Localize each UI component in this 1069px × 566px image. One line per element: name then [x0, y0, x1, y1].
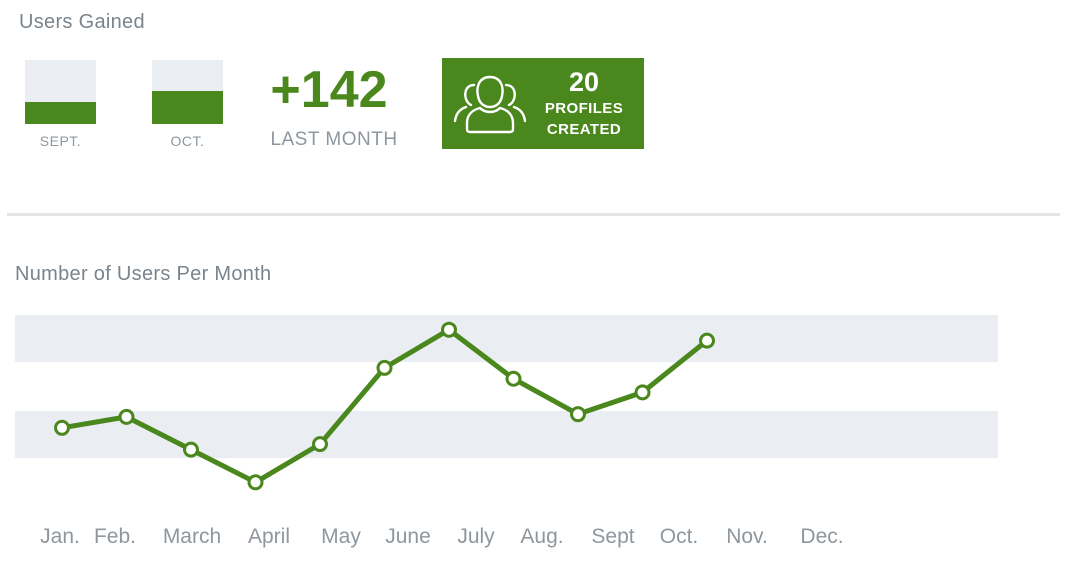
x-tick-label: July	[457, 525, 495, 548]
data-point-july	[441, 321, 457, 338]
grid-band-0	[15, 315, 998, 362]
profiles-caption: PROFILES CREATED	[526, 98, 642, 140]
x-tick-label: Sept	[591, 525, 634, 548]
x-tick-label: Nov.	[726, 525, 768, 548]
users-gained-title: Users Gained	[19, 11, 145, 33]
x-tick-label: Dec.	[800, 525, 843, 548]
sept-mini-bar-fill	[25, 101, 96, 124]
profiles-caption-line2: CREATED	[546, 121, 622, 138]
x-tick-label: Jan.	[40, 525, 80, 548]
x-tick-label: April	[248, 525, 290, 548]
sept-mini-bar	[25, 60, 96, 124]
data-point-june	[376, 359, 393, 376]
profiles-count: 20	[568, 67, 600, 97]
profiles-caption-line1: PROFILES	[544, 100, 624, 117]
profiles-created-badge: 20 PROFILES CREATED	[442, 58, 644, 149]
data-point-oct	[634, 384, 651, 401]
section-divider	[7, 213, 1060, 216]
data-point-april	[247, 474, 264, 491]
data-point-feb	[118, 408, 135, 425]
x-tick-label: Oct.	[660, 525, 699, 548]
users-icon	[453, 75, 527, 134]
data-point-may	[312, 436, 328, 453]
data-point-jan	[54, 419, 70, 436]
users-per-month-chart: Jan. Feb. March April May June July Aug. Sept Oct…	[15, 315, 998, 548]
x-tick-label: May	[321, 525, 361, 548]
x-tick-label: June	[385, 525, 431, 548]
data-point-nov	[699, 332, 715, 349]
users-delta-caption: LAST MONTH	[270, 129, 398, 150]
data-point-aug	[505, 370, 522, 387]
sept-label: SEPT.	[39, 133, 82, 149]
oct-label: OCT.	[170, 133, 205, 149]
oct-mini-bar-fill	[152, 90, 223, 124]
x-tick-label: March	[163, 525, 221, 548]
data-point-sept	[570, 406, 586, 423]
x-tick-label: Feb.	[94, 525, 136, 548]
users-delta: +142	[270, 61, 388, 119]
x-tick-label: Aug.	[520, 525, 563, 548]
oct-mini-bar	[152, 60, 223, 124]
chart-title: Number of Users Per Month	[15, 263, 272, 285]
data-point-march	[183, 441, 199, 458]
